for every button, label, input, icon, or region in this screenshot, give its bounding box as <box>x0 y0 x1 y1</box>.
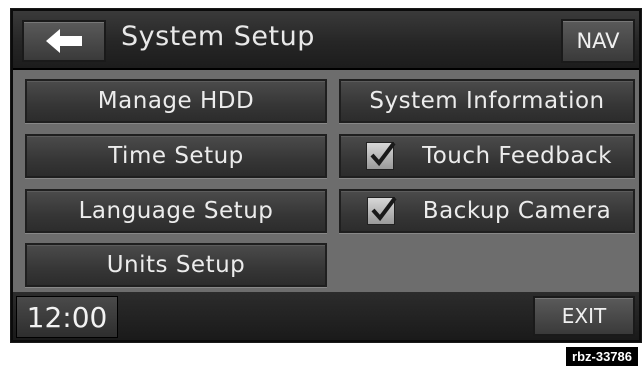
settings-grid: Manage HDD System Information Time Setup… <box>13 70 639 292</box>
backup-camera-checkbox[interactable] <box>366 196 397 225</box>
touch-feedback-label: Touch Feedback <box>422 143 612 169</box>
footer-bar: 12:00 EXIT <box>13 292 639 340</box>
back-arrow-icon <box>46 29 82 53</box>
touch-feedback-button[interactable]: Touch Feedback <box>339 134 635 178</box>
manage-hdd-button[interactable]: Manage HDD <box>25 79 327 123</box>
time-setup-button[interactable]: Time Setup <box>25 134 327 178</box>
header-bar: System Setup NAV <box>13 11 639 70</box>
clock-display[interactable]: 12:00 <box>16 296 118 338</box>
checkmark-icon <box>370 141 396 167</box>
page-title: System Setup <box>121 21 315 52</box>
exit-button[interactable]: EXIT <box>533 296 635 336</box>
back-button[interactable] <box>22 20 106 62</box>
system-setup-screen: System Setup NAV Manage HDD System Infor… <box>10 8 642 343</box>
backup-camera-label: Backup Camera <box>422 198 612 224</box>
language-setup-button[interactable]: Language Setup <box>25 189 327 233</box>
nav-button[interactable]: NAV <box>561 19 635 63</box>
reference-label: rbz-33786 <box>566 347 638 366</box>
backup-camera-button[interactable]: Backup Camera <box>339 189 635 233</box>
checkmark-icon <box>371 196 397 222</box>
system-information-button[interactable]: System Information <box>339 79 635 123</box>
touch-feedback-checkbox[interactable] <box>366 141 396 170</box>
units-setup-button[interactable]: Units Setup <box>25 243 327 287</box>
